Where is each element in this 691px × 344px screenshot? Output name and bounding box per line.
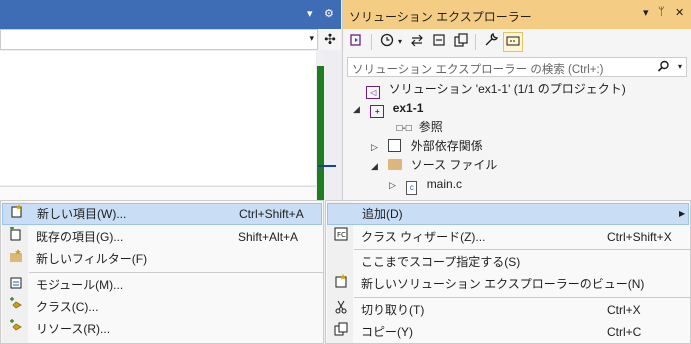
menu-item-module[interactable]: モジュール(M)... (2, 274, 322, 296)
menu-separator (354, 297, 690, 298)
references-icon: □-□ (396, 123, 412, 134)
split-window-button[interactable]: ✣ (319, 29, 341, 50)
search-placeholder: ソリューション エクスプローラー の検索 (Ctrl+:) (352, 64, 604, 76)
class-icon (8, 296, 24, 318)
project-icon: + (370, 105, 385, 118)
filter-folder-icon (388, 159, 403, 170)
menu-item-label: クラス(C)... (36, 300, 99, 314)
toolbar-separator (371, 34, 372, 50)
chevron-down-icon: ▾ (309, 33, 314, 43)
tree-item-references[interactable]: □-□ 参照 (379, 118, 443, 137)
solution-explorer-panel: ソリューション エクスプローラー ▾ ᛘ ✕ ▾ ソリューション エクスプローラ… (342, 0, 691, 200)
tree-item-label: ex1-1 (392, 101, 424, 115)
new-view-icon (333, 273, 349, 295)
tab-list-dropdown-icon[interactable]: ▾ (307, 7, 313, 21)
existing-item-icon (8, 226, 24, 248)
search-icon[interactable] (657, 60, 670, 76)
menu-item-new-filter[interactable]: 新しいフィルター(F) (2, 248, 322, 270)
menu-item-label: 既存の項目(G)... (36, 230, 124, 244)
menu-separator (354, 249, 690, 250)
tree-item-project[interactable]: ◢ + ex1-1 (353, 99, 423, 118)
switch-views-icon[interactable] (347, 32, 367, 52)
collapse-arrow-icon[interactable]: ◢ (371, 157, 385, 176)
new-filter-icon (8, 248, 24, 270)
solution-explorer-title-bar: ソリューション エクスプローラー ▾ ᛘ ✕ (343, 0, 691, 29)
menu-item-scope-to-this[interactable]: ここまでスコープ指定する(S) (327, 251, 689, 273)
menu-item-label: コピー(Y) (361, 325, 413, 339)
preview-selected-items-icon[interactable] (503, 32, 523, 52)
solution-icon: ◁ (366, 86, 381, 99)
menu-item-label: 新しいソリューション エクスプローラーのビュー(N) (361, 277, 645, 291)
collapse-arrow-icon[interactable]: ◢ (353, 100, 367, 119)
tree-item-label: 外部依存関係 (410, 139, 483, 153)
tree-item-solution[interactable]: ◁ ソリューション 'ex1-1' (1/1 のプロジェクト) (349, 80, 626, 99)
menu-separator (29, 272, 323, 273)
tree-item-label: ソリューション 'ex1-1' (1/1 のプロジェクト) (388, 82, 626, 96)
menu-item-new-solution-explorer-view[interactable]: 新しいソリューション エクスプローラーのビュー(N) (327, 273, 689, 295)
expand-arrow-icon[interactable]: ▷ (389, 176, 403, 195)
menu-item-label: リソース(R)... (36, 322, 111, 336)
menu-item-class[interactable]: クラス(C)... (2, 296, 322, 318)
menu-item-shortcut: Ctrl+X (607, 303, 641, 317)
svg-text:FC: FC (337, 231, 346, 239)
tree-item-label: ソース ファイル (410, 158, 498, 172)
tree-item-external-dependencies[interactable]: ▷ 外部依存関係 (371, 137, 483, 156)
close-icon[interactable]: ✕ (675, 6, 684, 19)
menu-item-resource[interactable]: リソース(R)... (2, 318, 322, 340)
menu-item-label: 新しい項目(W)... (37, 207, 127, 221)
code-editor[interactable] (0, 51, 316, 185)
change-tracking-margin (317, 66, 324, 200)
solution-explorer-toolbar: ▾ (343, 29, 691, 56)
pending-changes-filter-icon[interactable] (377, 32, 397, 52)
properties-wrench-icon[interactable] (481, 32, 501, 52)
menu-item-label: モジュール(M)... (36, 278, 124, 292)
add-submenu: 新しい項目(W)... Ctrl+Shift+A 既存の項目(G)... Shi… (0, 200, 324, 344)
menu-item-shortcut: Shift+Alt+A (238, 230, 299, 244)
new-item-icon (9, 204, 25, 224)
menu-item-label: 追加(D) (362, 207, 403, 221)
context-menu: 追加(D) ▶ FC クラス ウィザード(Z)... Ctrl+Shift+X … (325, 200, 691, 344)
tree-item-source-files[interactable]: ◢ ソース ファイル (371, 156, 497, 175)
menu-item-shortcut: Ctrl+C (607, 325, 642, 339)
editor-status-strip (0, 186, 316, 200)
show-all-files-icon[interactable] (451, 32, 471, 52)
solution-explorer-search-input[interactable]: ソリューション エクスプローラー の検索 (Ctrl+:) ▾ (347, 57, 687, 77)
sync-with-document-icon[interactable] (407, 32, 427, 52)
menu-item-add[interactable]: 追加(D) ▶ (327, 203, 689, 225)
navigation-bar-dropdown[interactable]: ▾ (0, 29, 318, 50)
menu-item-shortcut: Ctrl+Shift+X (607, 230, 672, 244)
copy-icon (333, 321, 349, 343)
collapse-all-icon[interactable] (429, 32, 449, 52)
document-tab-well: ▾ ⚙ (0, 0, 341, 29)
window-position-dropdown-icon[interactable]: ▾ (643, 6, 649, 19)
menu-item-new-item[interactable]: 新しい項目(W)... Ctrl+Shift+A (2, 203, 322, 225)
tree-item-label: main.c (426, 177, 463, 191)
tree-item-main-c[interactable]: ▷ c main.c (389, 175, 463, 195)
menu-item-label: 切り取り(T) (361, 303, 425, 317)
panel-title: ソリューション エクスプローラー (349, 10, 532, 24)
scrollbar-caret-marker (318, 165, 336, 167)
pin-icon[interactable]: ᛘ (658, 6, 665, 18)
menu-item-label: ここまでスコープ指定する(S) (361, 255, 521, 269)
class-wizard-icon: FC (333, 226, 349, 248)
menu-item-existing-item[interactable]: 既存の項目(G)... Shift+Alt+A (2, 226, 322, 248)
filter-dropdown-icon[interactable]: ▾ (395, 32, 405, 52)
menu-item-class-wizard[interactable]: FC クラス ウィザード(Z)... Ctrl+Shift+X (327, 226, 689, 248)
submenu-arrow-icon: ▶ (679, 209, 686, 218)
scissors-icon (333, 299, 349, 321)
settings-gear-icon[interactable]: ⚙ (324, 7, 334, 21)
search-options-dropdown-icon[interactable]: ▾ (678, 62, 682, 71)
menu-item-label: 新しいフィルター(F) (36, 252, 148, 266)
module-icon (8, 274, 24, 296)
tree-item-label: 参照 (418, 120, 443, 134)
toolbar-separator (475, 34, 476, 50)
menu-item-copy[interactable]: コピー(Y) Ctrl+C (327, 321, 689, 343)
resource-icon (8, 318, 24, 340)
c-file-icon: c (406, 181, 418, 195)
menu-item-cut[interactable]: 切り取り(T) Ctrl+X (327, 299, 689, 321)
expand-arrow-icon[interactable]: ▷ (371, 138, 385, 157)
menu-item-shortcut: Ctrl+Shift+A (239, 207, 304, 221)
menu-item-label: クラス ウィザード(Z)... (361, 230, 486, 244)
external-dependencies-icon (388, 139, 402, 152)
